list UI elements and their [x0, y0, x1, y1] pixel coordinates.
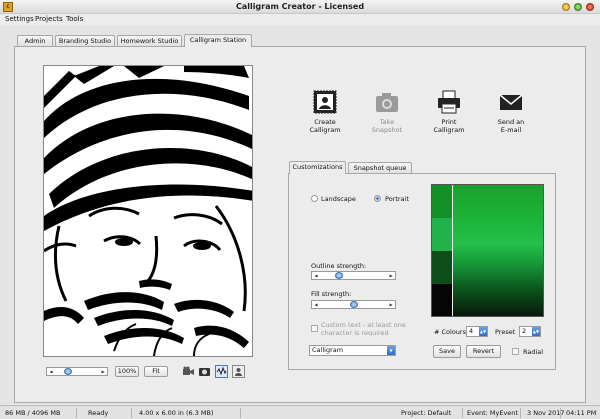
- tab-branding-studio[interactable]: Branding Studio: [55, 35, 115, 46]
- create-calligram-label: Create Calligram: [309, 118, 341, 134]
- gradient-divider: [452, 185, 453, 316]
- fill-strength-label: Fill strength:: [311, 290, 352, 298]
- colour-swatch-1[interactable]: [432, 185, 452, 218]
- preset-stepper[interactable]: 2 ▲▼: [519, 326, 541, 337]
- tab-calligram-station[interactable]: Calligram Station: [184, 34, 252, 47]
- printer-icon: [438, 90, 460, 114]
- zoom-slider-right-arrow[interactable]: ▶: [99, 368, 107, 375]
- status-divider: [560, 408, 561, 418]
- maximize-button[interactable]: [574, 3, 582, 11]
- custom-text-label: Custom text - at least one character is …: [321, 321, 406, 337]
- video-camera-icon[interactable]: [182, 365, 195, 378]
- zoom-slider[interactable]: ◀ ▶: [46, 367, 108, 376]
- memory-usage: 86 MB / 4096 MB: [5, 409, 61, 417]
- title-bar: C Calligram Creator - Licensed: [0, 0, 600, 14]
- fit-button[interactable]: Fit: [144, 366, 168, 377]
- status-divider: [520, 408, 521, 418]
- calligram-frame-icon: [313, 90, 337, 114]
- calligram-style-select[interactable]: Calligram ▼: [309, 345, 396, 356]
- fill-left-arrow[interactable]: ◀: [312, 301, 320, 308]
- take-snapshot-label: Take Snapshot: [371, 118, 403, 134]
- tab-admin[interactable]: Admin: [17, 35, 53, 46]
- tab-snapshot-queue[interactable]: Snapshot queue: [348, 162, 412, 173]
- print-calligram-label: Print Calligram: [433, 118, 465, 134]
- portrait-radio[interactable]: [374, 195, 381, 202]
- status-time: 04:11 PM: [566, 409, 597, 417]
- outline-slider-thumb[interactable]: [335, 272, 343, 279]
- colour-gradient-preview[interactable]: [431, 184, 544, 317]
- colours-label: # Colours: [434, 328, 466, 336]
- preset-label: Preset: [495, 328, 516, 336]
- status-divider: [462, 408, 463, 418]
- stepper-arrows-icon: ▲▼: [479, 327, 487, 336]
- zoom-slider-thumb[interactable]: [64, 368, 72, 375]
- colours-stepper[interactable]: 4 ▲▼: [466, 326, 488, 337]
- outline-strength-label: Outline strength:: [311, 262, 367, 270]
- status-date: 3 Nov 2017: [527, 409, 565, 417]
- status-divider: [240, 408, 241, 418]
- menu-tools[interactable]: Tools: [66, 15, 83, 23]
- menu-projects[interactable]: Projects: [35, 15, 63, 23]
- colour-swatch-3[interactable]: [432, 251, 452, 284]
- outline-left-arrow[interactable]: ◀: [312, 272, 320, 279]
- minimize-button[interactable]: [562, 3, 570, 11]
- status-state: Ready: [88, 409, 109, 417]
- preview-artwork: [44, 66, 252, 356]
- send-email-label: Send an E-mail: [497, 118, 525, 134]
- envelope-icon: [499, 94, 523, 110]
- preset-value: 2: [522, 327, 527, 335]
- send-email-button[interactable]: Send an E-mail: [485, 89, 537, 134]
- project-name: Project: Default: [401, 409, 452, 417]
- status-bar: 86 MB / 4096 MB Ready 4.00 x 6.00 in (6.…: [0, 405, 600, 419]
- outline-right-arrow[interactable]: ▶: [387, 272, 395, 279]
- save-button[interactable]: Save: [433, 345, 461, 358]
- status-divider: [131, 408, 132, 418]
- colour-swatch-4[interactable]: [432, 284, 452, 316]
- chevron-down-icon: ▼: [387, 346, 395, 355]
- create-calligram-button[interactable]: Create Calligram: [299, 89, 351, 134]
- colour-swatch-2[interactable]: [432, 218, 452, 251]
- landscape-radio[interactable]: [311, 195, 318, 202]
- camera-icon: [376, 93, 398, 112]
- revert-button[interactable]: Revert: [466, 345, 501, 358]
- custom-text-checkbox[interactable]: [311, 325, 318, 332]
- waveform-icon[interactable]: [215, 365, 228, 378]
- close-button[interactable]: [586, 3, 594, 11]
- fill-slider-thumb[interactable]: [350, 301, 358, 308]
- outline-strength-slider[interactable]: ◀ ▶: [311, 271, 396, 280]
- calligram-style-value: Calligram: [312, 346, 344, 354]
- window-title: Calligram Creator - Licensed: [235, 2, 365, 11]
- print-size: 4.00 x 6.00 in (6.3 MB): [139, 409, 214, 417]
- portrait-icon[interactable]: [232, 365, 245, 378]
- stepper-arrows-icon: ▲▼: [532, 327, 540, 336]
- menu-settings[interactable]: Settings: [5, 15, 34, 23]
- landscape-label: Landscape: [321, 195, 356, 203]
- calligram-preview-image: [43, 65, 253, 357]
- status-divider: [76, 408, 77, 418]
- take-snapshot-button[interactable]: Take Snapshot: [361, 89, 413, 134]
- tab-customizations[interactable]: Customizations: [289, 161, 346, 174]
- event-name: Event: MyEvent: [467, 409, 518, 417]
- print-calligram-button[interactable]: Print Calligram: [423, 89, 475, 134]
- fill-strength-slider[interactable]: ◀ ▶: [311, 300, 396, 309]
- portrait-label: Portrait: [385, 195, 409, 203]
- radial-label: Radial: [523, 348, 544, 356]
- colours-value: 4: [469, 327, 474, 335]
- zoom-slider-left-arrow[interactable]: ◀: [47, 368, 55, 375]
- camera-icon[interactable]: [198, 365, 211, 378]
- tab-homework-studio[interactable]: Homework Studio: [117, 35, 182, 46]
- zoom-percent-button[interactable]: 100%: [115, 366, 139, 377]
- menu-bar: Settings Projects Tools: [0, 14, 600, 26]
- fill-right-arrow[interactable]: ▶: [387, 301, 395, 308]
- radial-checkbox[interactable]: [512, 348, 519, 355]
